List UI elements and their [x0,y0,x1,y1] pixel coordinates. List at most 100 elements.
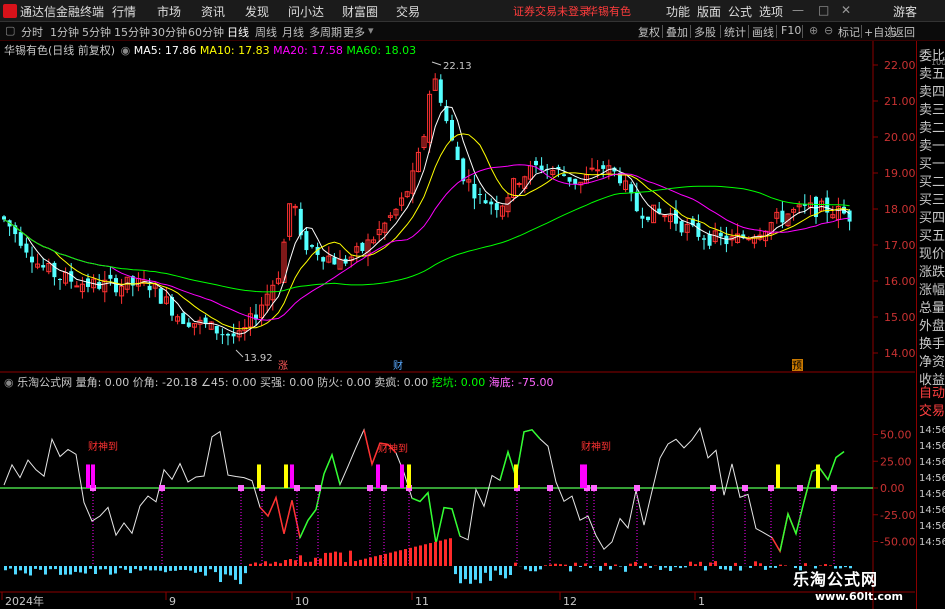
signal-bar [514,464,518,488]
menu-discover[interactable]: 发现 [245,3,269,20]
tab-monthly[interactable]: 月线 [282,24,304,40]
histogram-bar [749,566,752,568]
side-time: 14:56 [919,521,945,532]
candle-body [489,201,494,205]
side-item[interactable]: 买二 [919,171,945,190]
period-toolbar: ▢ 分时 1分钟 5分钟 15分钟 30分钟 60分钟 日线 周线 月线 多周期… [0,22,945,41]
side-item[interactable]: 卖三 [919,99,945,118]
indicator-settings-icon[interactable]: ◉ [4,376,14,389]
histogram-bar [354,561,357,566]
signal-marker [547,485,553,491]
side-item[interactable]: 卖一 [919,135,945,154]
side-item[interactable]: 买四 [919,207,945,226]
tab-60min[interactable]: 60分钟 [188,24,224,40]
histogram-bar [304,562,307,566]
tab-more[interactable]: 更多 [343,24,365,40]
btn-adjust[interactable]: 复权 [638,24,660,40]
menu-wealth[interactable]: 财富圈 [342,3,378,20]
side-item[interactable]: 外盘 [919,315,945,334]
indicator-haidi: 海底: -75.00 [488,376,554,389]
btn-mark[interactable]: 标记 [838,24,860,40]
histogram-bar [204,566,207,576]
histogram-bar [539,566,542,570]
expand-icon[interactable]: ▢ [5,24,15,37]
login-warning[interactable]: 证券交易未登录 [513,3,590,19]
side-item[interactable]: 净资 [919,351,945,370]
menu-formula[interactable]: 公式 [728,3,752,20]
btn-back[interactable]: 返回 [893,24,915,40]
side-item[interactable]: 换手 [919,333,945,352]
side-item[interactable]: 买三 [919,189,945,208]
histogram-bar [559,564,562,566]
tab-30min[interactable]: 30分钟 [151,24,187,40]
candle-body [332,257,337,265]
indicator-label: -50.00 [880,536,915,549]
tab-weekly[interactable]: 周线 [255,24,277,40]
side-item[interactable]: 涨跌 [919,261,945,280]
maximize-icon[interactable]: □ [818,3,829,17]
close-icon[interactable]: ✕ [841,3,851,17]
menu-ask[interactable]: 问小达 [288,3,324,20]
candle-body [147,285,152,291]
candle-body [483,200,488,204]
signal-bar [257,464,261,488]
histogram-bar [639,566,642,569]
menu-market[interactable]: 市场 [157,3,181,20]
oscillator-green-segment [299,452,341,539]
tourist-login[interactable]: 游客 [893,3,917,20]
signal-marker [294,485,300,491]
histogram-bar [334,551,337,566]
indicator-label: 0.00 [880,482,905,495]
side-item[interactable]: 买五 [919,225,945,244]
side-item[interactable]: 涨幅 [919,279,945,298]
zoom-in-icon[interactable]: ⊕ [809,24,818,37]
candle-body [181,313,186,325]
histogram-bar [719,566,722,570]
signal-marker [591,485,597,491]
signal-bar [583,464,587,488]
tab-multi-period[interactable]: 多周期 [309,24,342,40]
side-item[interactable]: 卖二 [919,117,945,136]
histogram-bar [324,552,327,566]
side-extra: 1000 [931,58,945,67]
btn-overlay[interactable]: 叠加 [666,24,688,40]
zoom-out-icon[interactable]: ⊖ [824,24,833,37]
tab-15min[interactable]: 15分钟 [114,24,150,40]
candle-body [674,209,678,224]
side-item[interactable]: 买一 [919,153,945,172]
histogram-bar [309,561,312,566]
menu-news[interactable]: 资讯 [201,3,225,20]
side-item[interactable]: 卖四 [919,81,945,100]
histogram-bar [554,563,557,566]
histogram-bar [269,563,272,566]
minimize-icon[interactable]: — [792,3,804,17]
side-item[interactable]: 现价 [919,243,945,262]
btn-f10[interactable]: F10 [781,24,801,37]
tab-5min[interactable]: 5分钟 [82,24,111,40]
histogram-bar [99,566,102,570]
event-mark: 预 [792,360,802,372]
btn-stats[interactable]: 统计 [724,24,746,40]
menu-options[interactable]: 选项 [759,3,783,20]
menu-trade[interactable]: 交易 [396,3,420,20]
signal-marker [768,485,774,491]
side-item[interactable]: 总量 [919,297,945,316]
menu-function[interactable]: 功能 [666,3,690,20]
btn-draw-line[interactable]: 画线 [752,24,774,40]
tab-1min[interactable]: 1分钟 [50,24,79,40]
menu-layout[interactable]: 版面 [697,3,721,20]
date-label: 9 [169,595,176,608]
candle-body [573,178,578,185]
histogram-bar [249,563,252,566]
tab-daily[interactable]: 日线 [227,24,249,40]
stock-title: 华锡有色 [587,5,631,18]
histogram-bar [319,558,322,566]
menu-quotes[interactable]: 行情 [112,3,136,20]
kline-chart[interactable]: 22.00 21.00 20.00 19.00 18.00 17.00 16.00 15.00… [0,41,915,609]
tab-intraday[interactable]: 分时 [21,24,43,40]
btn-multi-stock[interactable]: 多股 [694,24,716,40]
chevron-down-icon[interactable]: ▾ [368,24,374,37]
side-item[interactable]: 交易 [919,400,945,419]
candle-body [746,238,752,241]
side-item[interactable]: 自动 [919,382,945,401]
